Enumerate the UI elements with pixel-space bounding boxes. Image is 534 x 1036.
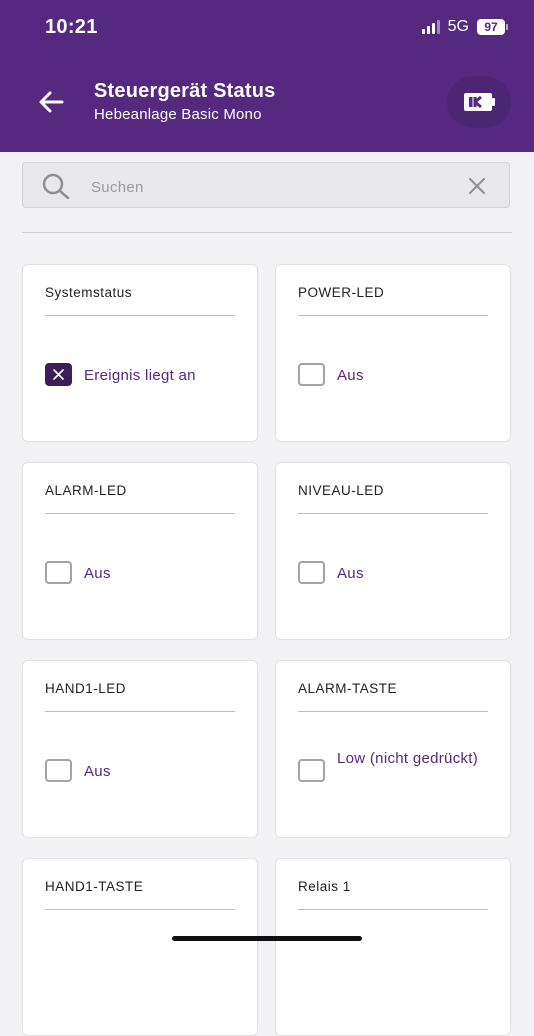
- back-button[interactable]: [34, 86, 68, 118]
- card-title: POWER-LED: [298, 285, 385, 300]
- status-value: Aus: [84, 565, 111, 582]
- status-value: Aus: [337, 565, 364, 582]
- card-title: NIVEAU-LED: [298, 483, 385, 498]
- card-title: ALARM-TASTE: [298, 681, 398, 696]
- card-title: ALARM-LED: [45, 483, 127, 498]
- page-title: Steuergerät Status: [94, 80, 276, 102]
- card-divider: [45, 711, 235, 712]
- search-input[interactable]: [89, 174, 453, 200]
- status-card-hand1-taste: HAND1-TASTE: [22, 858, 258, 1036]
- battery-icon: 97: [477, 19, 508, 35]
- device-battery-button[interactable]: [447, 76, 511, 128]
- close-icon: [53, 369, 64, 380]
- page-subtitle: Hebeanlage Basic Mono: [94, 106, 262, 123]
- card-title: Relais 1: [298, 879, 351, 894]
- arrow-left-icon: [39, 91, 64, 113]
- status-card-hand1-led: HAND1-LED Aus: [22, 660, 258, 838]
- network-type: 5G: [447, 18, 469, 35]
- status-card-power-led: POWER-LED Aus: [275, 264, 511, 442]
- search-bar: [22, 162, 510, 208]
- status-card-alarm-led: ALARM-LED Aus: [22, 462, 258, 640]
- status-checkbox[interactable]: [298, 363, 325, 386]
- card-title: Systemstatus: [45, 285, 133, 300]
- card-divider: [45, 315, 235, 316]
- battery-device-icon: [464, 93, 495, 111]
- card-divider: [298, 909, 488, 910]
- title-block: Steuergerät Status Hebeanlage Basic Mono: [94, 80, 275, 123]
- card-divider: [298, 513, 488, 514]
- status-indicators: 5G 97: [421, 18, 508, 36]
- card-divider: [45, 909, 235, 910]
- status-value: Low (nicht gedrückt): [337, 750, 479, 767]
- card-divider: [298, 315, 488, 316]
- signal-icon: [421, 20, 440, 34]
- status-checkbox[interactable]: [45, 561, 72, 584]
- clear-search-icon[interactable]: [467, 176, 487, 196]
- status-card-niveau-led: NIVEAU-LED Aus: [275, 462, 511, 640]
- home-indicator[interactable]: [172, 936, 362, 941]
- status-value: Aus: [84, 763, 111, 780]
- battery-level: 97: [477, 19, 505, 35]
- status-card-alarm-taste: ALARM-TASTE Low (nicht gedrückt): [275, 660, 511, 838]
- status-checkbox[interactable]: [45, 759, 72, 782]
- card-title: HAND1-TASTE: [45, 879, 144, 894]
- status-card-systemstatus: Systemstatus Ereignis liegt an: [22, 264, 258, 442]
- app-header: 10:21 5G 97 Steuergerät Status Hebeanlag…: [0, 0, 534, 152]
- status-card-relais-1: Relais 1: [275, 858, 511, 1036]
- status-time: 10:21: [45, 16, 98, 38]
- card-title: HAND1-LED: [45, 681, 127, 696]
- search-divider: [22, 232, 512, 233]
- status-checkbox-checked[interactable]: [45, 363, 72, 386]
- status-checkbox[interactable]: [298, 759, 325, 782]
- search-icon: [42, 173, 70, 199]
- status-checkbox[interactable]: [298, 561, 325, 584]
- status-value: Ereignis liegt an: [84, 367, 196, 384]
- card-divider: [45, 513, 235, 514]
- card-divider: [298, 711, 488, 712]
- status-value: Aus: [337, 367, 364, 384]
